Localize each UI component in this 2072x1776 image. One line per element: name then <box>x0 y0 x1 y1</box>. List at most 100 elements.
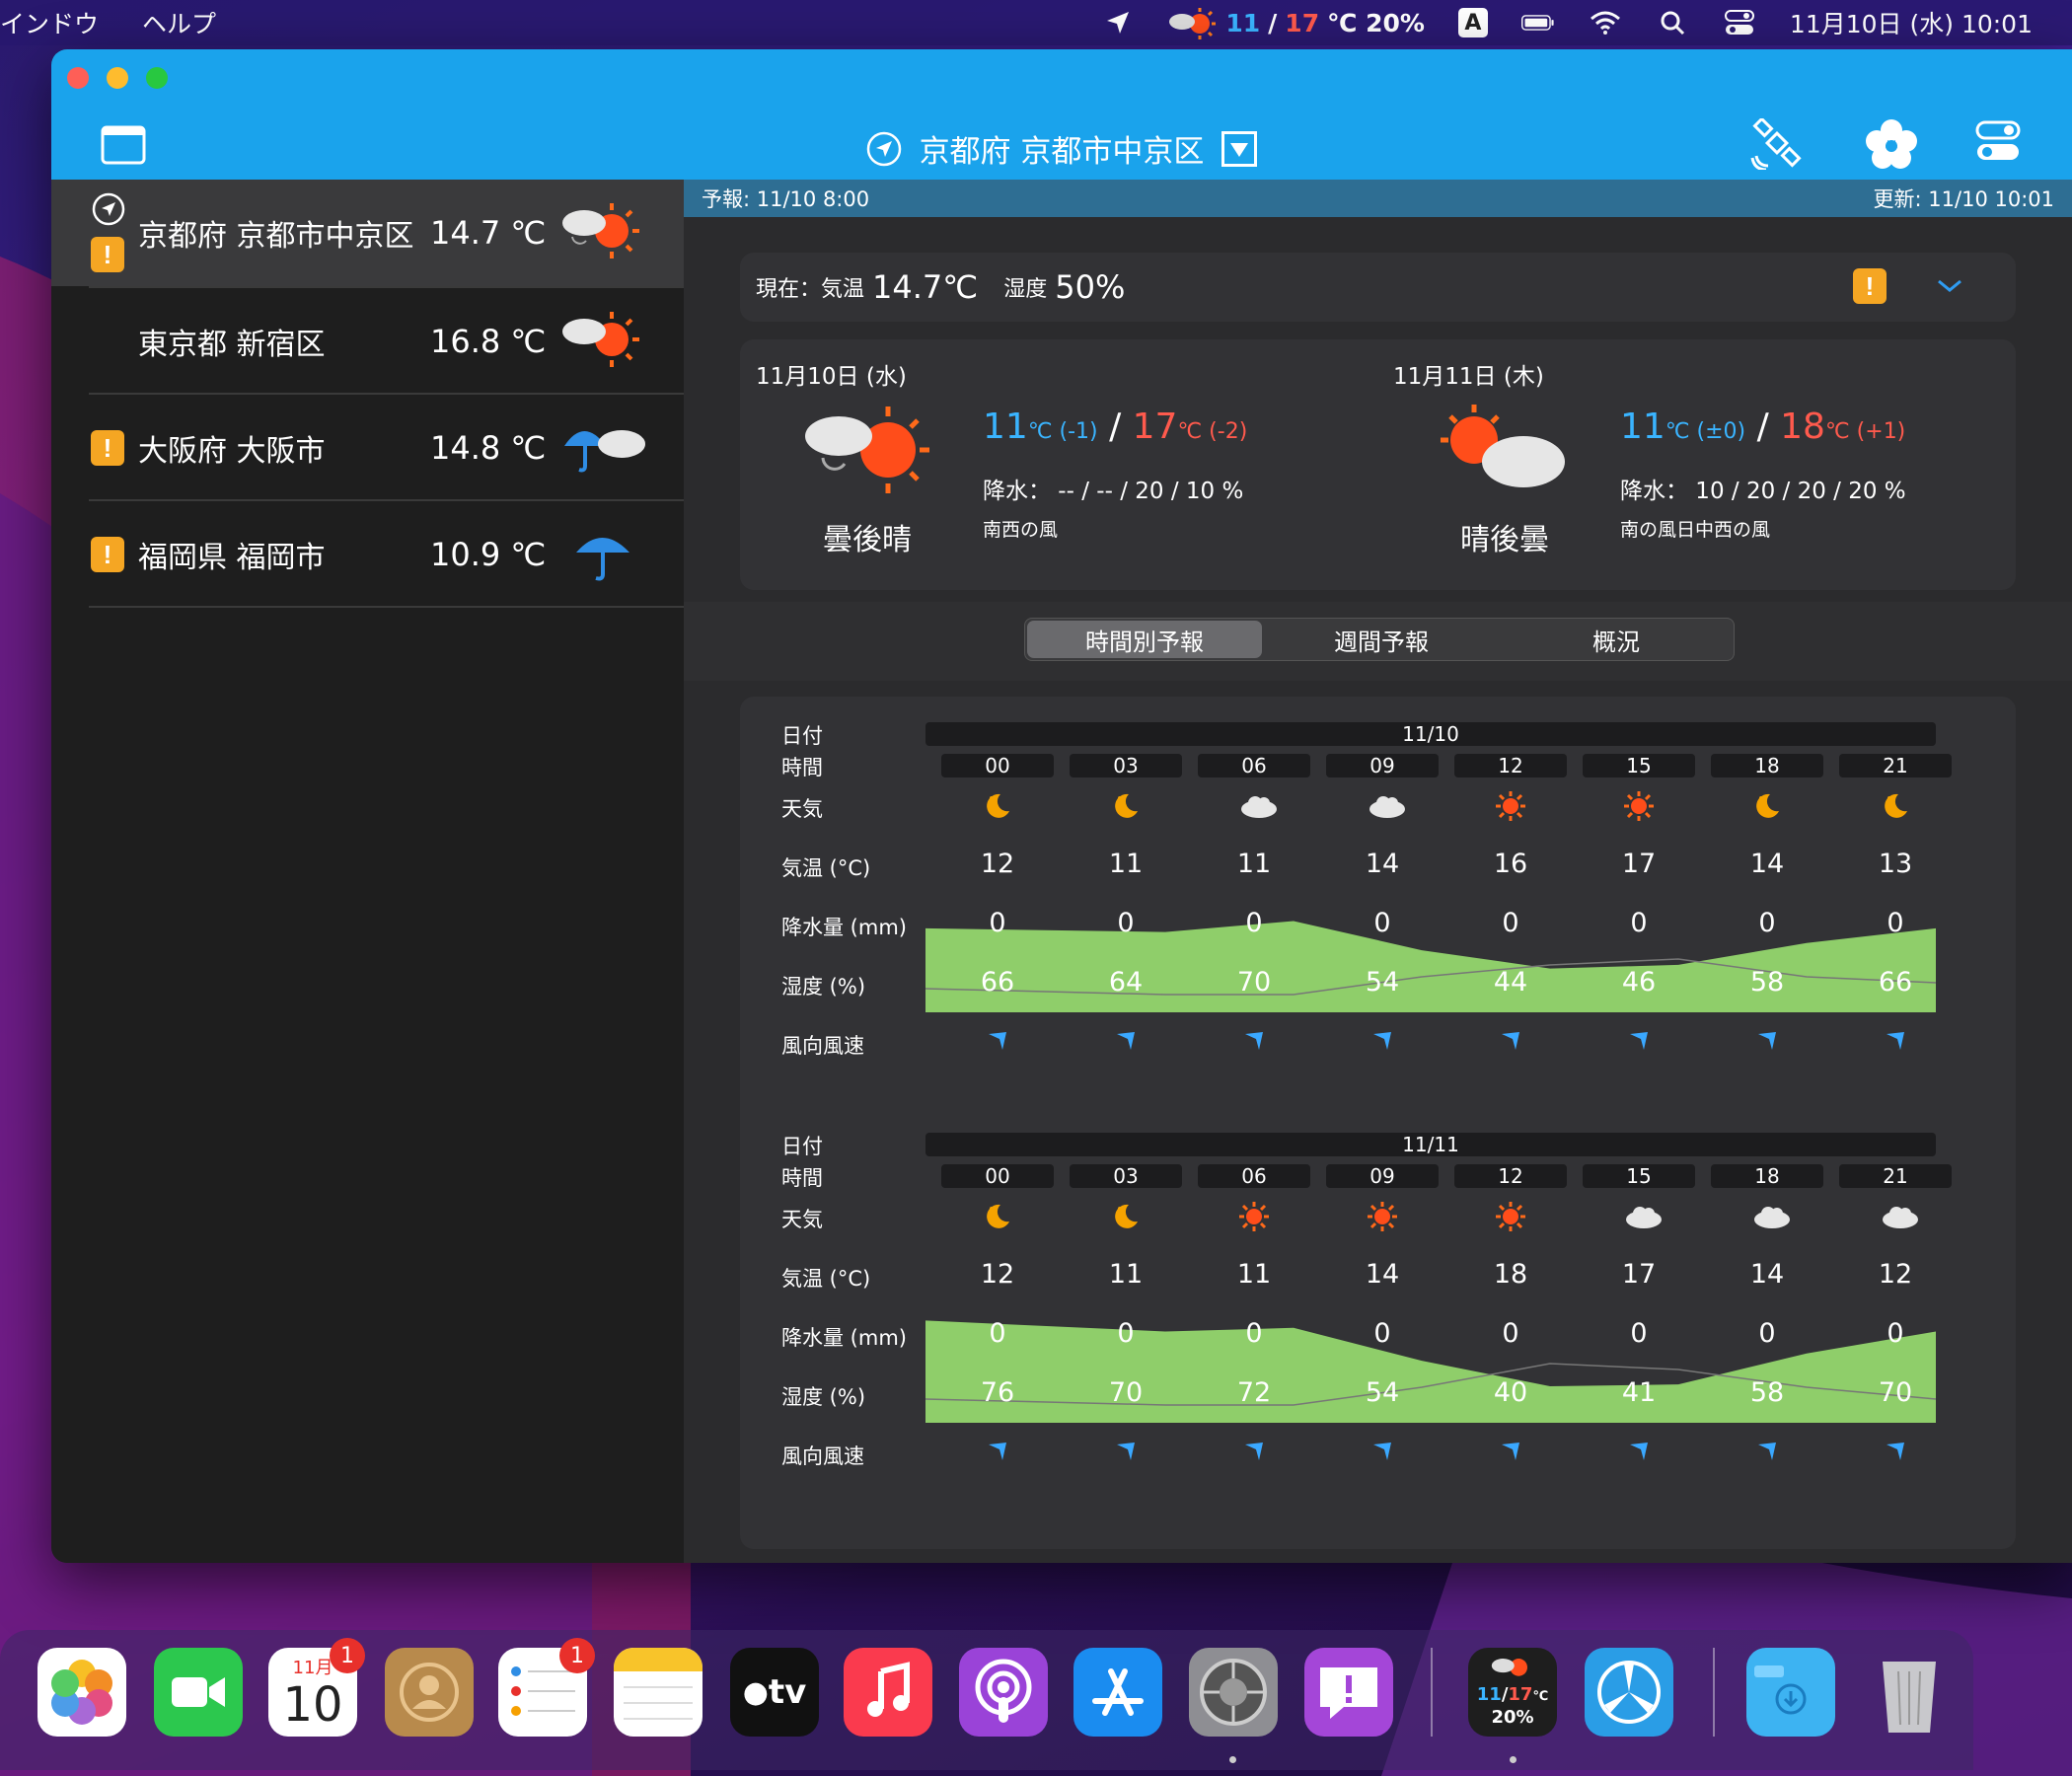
wind-arrow-icon <box>1754 1439 1782 1468</box>
row-label-precip: 降水量 (mm) <box>781 1326 907 1350</box>
row-label-date: 日付 <box>781 1135 823 1158</box>
hour-header: 09 <box>1326 1164 1439 1188</box>
humidity-value: 66 <box>980 967 1015 998</box>
wind-arrow-icon <box>1626 1439 1654 1468</box>
dropdown-icon[interactable] <box>1221 130 1258 167</box>
wind-arrow-icon <box>1113 1028 1141 1058</box>
temp-value: 11 <box>1108 849 1144 879</box>
dock-app-appstore[interactable] <box>1073 1648 1162 1737</box>
minimize-button[interactable] <box>107 67 128 89</box>
dock-app-calendar[interactable]: 11月 10 1 <box>268 1638 365 1737</box>
moon-icon <box>1111 1202 1141 1231</box>
dock-app-tv[interactable]: ● tv <box>730 1648 819 1737</box>
location-item-tokyo[interactable]: 東京都 新宿区 16.8 ℃ <box>51 288 684 395</box>
sun-then-cloud-icon <box>1441 405 1565 487</box>
dock-app-contacts[interactable] <box>385 1648 474 1737</box>
moon-icon <box>1752 791 1782 821</box>
row-label-date: 日付 <box>781 724 823 748</box>
dock-trash[interactable] <box>1865 1648 1954 1737</box>
precip-value: 0 <box>989 908 1006 938</box>
satellite-icon[interactable] <box>1750 116 1806 174</box>
row-label-wind: 風向風速 <box>781 1034 864 1058</box>
input-mode-indicator[interactable]: A <box>1457 8 1488 37</box>
tab-weekly[interactable]: 週間予報 <box>1264 619 1499 660</box>
day-low: 11 <box>983 407 1028 447</box>
humidity-value: 40 <box>1493 1377 1528 1408</box>
precip-value: 0 <box>1245 908 1263 938</box>
humidity-value: 54 <box>1365 1377 1400 1408</box>
precip-value: 0 <box>1630 908 1648 938</box>
flower-icon[interactable] <box>1865 118 1918 176</box>
cloud-sun-icon <box>1169 8 1217 39</box>
battery-icon[interactable] <box>1520 8 1555 37</box>
humidity-value: 41 <box>1621 1377 1657 1408</box>
day-condition: 曇後晴 <box>823 523 912 557</box>
sun-icon <box>1496 791 1525 821</box>
cloud-icon <box>1624 1202 1662 1231</box>
warning-icon[interactable]: ! <box>1853 268 1887 304</box>
cloud-icon <box>1752 1202 1790 1231</box>
dock-weather-pct: 20% <box>1491 1707 1534 1728</box>
dock-app-podcasts[interactable] <box>959 1648 1048 1737</box>
temp-value: 17 <box>1621 1259 1657 1290</box>
temp-value: 18 <box>1493 1259 1528 1290</box>
location-arrow-icon[interactable] <box>1101 8 1135 37</box>
umbrella-icon <box>576 538 629 581</box>
dock-app-wind[interactable] <box>1585 1648 1673 1737</box>
row-label-wind: 風向風速 <box>781 1444 864 1468</box>
precip-value: 0 <box>1502 908 1519 938</box>
day-high-diff: (-2) <box>1209 419 1248 444</box>
tab-overview[interactable]: 概況 <box>1499 619 1734 660</box>
dock-app-notes[interactable] <box>614 1648 703 1737</box>
calendar-badge: 1 <box>330 1638 365 1673</box>
hour-header: 15 <box>1583 754 1695 777</box>
menu-window[interactable]: インドウ <box>0 5 99 40</box>
current-humidity-label: 湿度 <box>1003 277 1048 302</box>
date-header: 11/10 <box>925 722 1936 746</box>
location-name: 福岡県 福岡市 <box>138 541 326 575</box>
dock-app-photos[interactable] <box>37 1648 126 1737</box>
chevron-down-icon[interactable] <box>1936 276 1963 296</box>
menubar-clock[interactable]: 11月10日 (水) 10:01 <box>1790 5 2033 40</box>
day-high: 18 <box>1780 407 1825 447</box>
location-item-kyoto[interactable]: ! 京都府 京都市中京区 14.7 ℃ <box>51 180 684 286</box>
location-item-osaka[interactable]: ! 大阪府 大阪市 14.8 ℃ <box>51 395 684 501</box>
tab-hourly[interactable]: 時間別予報 <box>1027 621 1262 658</box>
row-label-temp: 気温 (°C) <box>781 1267 871 1291</box>
dock-app-feedback[interactable] <box>1304 1648 1393 1737</box>
day-low: 11 <box>1620 407 1665 447</box>
wifi-icon[interactable] <box>1589 8 1622 37</box>
dock-app-weather[interactable]: 11/17℃ 20% <box>1468 1648 1557 1737</box>
dock-app-reminders[interactable]: 1 <box>498 1638 595 1737</box>
location-item-fukuoka[interactable]: ! 福岡県 福岡市 10.9 ℃ <box>51 501 684 608</box>
wind-arrow-icon <box>1626 1028 1654 1058</box>
settings-toggle-icon[interactable] <box>1975 120 2021 168</box>
control-center-icon[interactable] <box>1723 8 1756 37</box>
day-high-diff: (+1) <box>1856 419 1906 444</box>
cloud-sun-icon <box>562 312 639 367</box>
wind-arrow-icon <box>1241 1439 1269 1468</box>
menu-help[interactable]: ヘルプ <box>142 5 216 40</box>
dock-app-music[interactable] <box>844 1648 932 1737</box>
dock-downloads-folder[interactable] <box>1746 1648 1835 1737</box>
warning-icon: ! <box>91 237 124 272</box>
zoom-button[interactable] <box>146 67 168 89</box>
location-temp: 10.9 ℃ <box>430 536 547 573</box>
dock-app-system-settings[interactable] <box>1189 1648 1278 1737</box>
dock-app-facetime[interactable] <box>154 1648 243 1737</box>
precip-value: 0 <box>1758 1318 1776 1349</box>
wind-arrow-icon <box>1754 1028 1782 1058</box>
hourly-table: 日付 時間 天気 気温 (°C) 降水量 (mm) 湿度 (%) 風向風速 11/11 00 12… <box>738 1131 2011 1506</box>
separator <box>89 606 684 608</box>
current-conditions-card[interactable]: 現在：気温 14.7℃ 湿度 50% ! <box>740 253 2016 322</box>
humidity-value: 58 <box>1749 967 1785 998</box>
spotlight-search-icon[interactable] <box>1656 8 1689 37</box>
close-button[interactable] <box>67 67 89 89</box>
wind-arrow-icon <box>1113 1439 1141 1468</box>
dock-separator <box>1431 1648 1433 1737</box>
menubar-weather[interactable]: 11/17 ℃ 20% <box>1168 6 1425 39</box>
hour-header: 00 <box>941 1164 1054 1188</box>
window-title: 京都府 京都市中京区 <box>919 134 1205 170</box>
precip-value: 0 <box>1117 1318 1135 1349</box>
row-label-weather: 天気 <box>781 1208 823 1231</box>
